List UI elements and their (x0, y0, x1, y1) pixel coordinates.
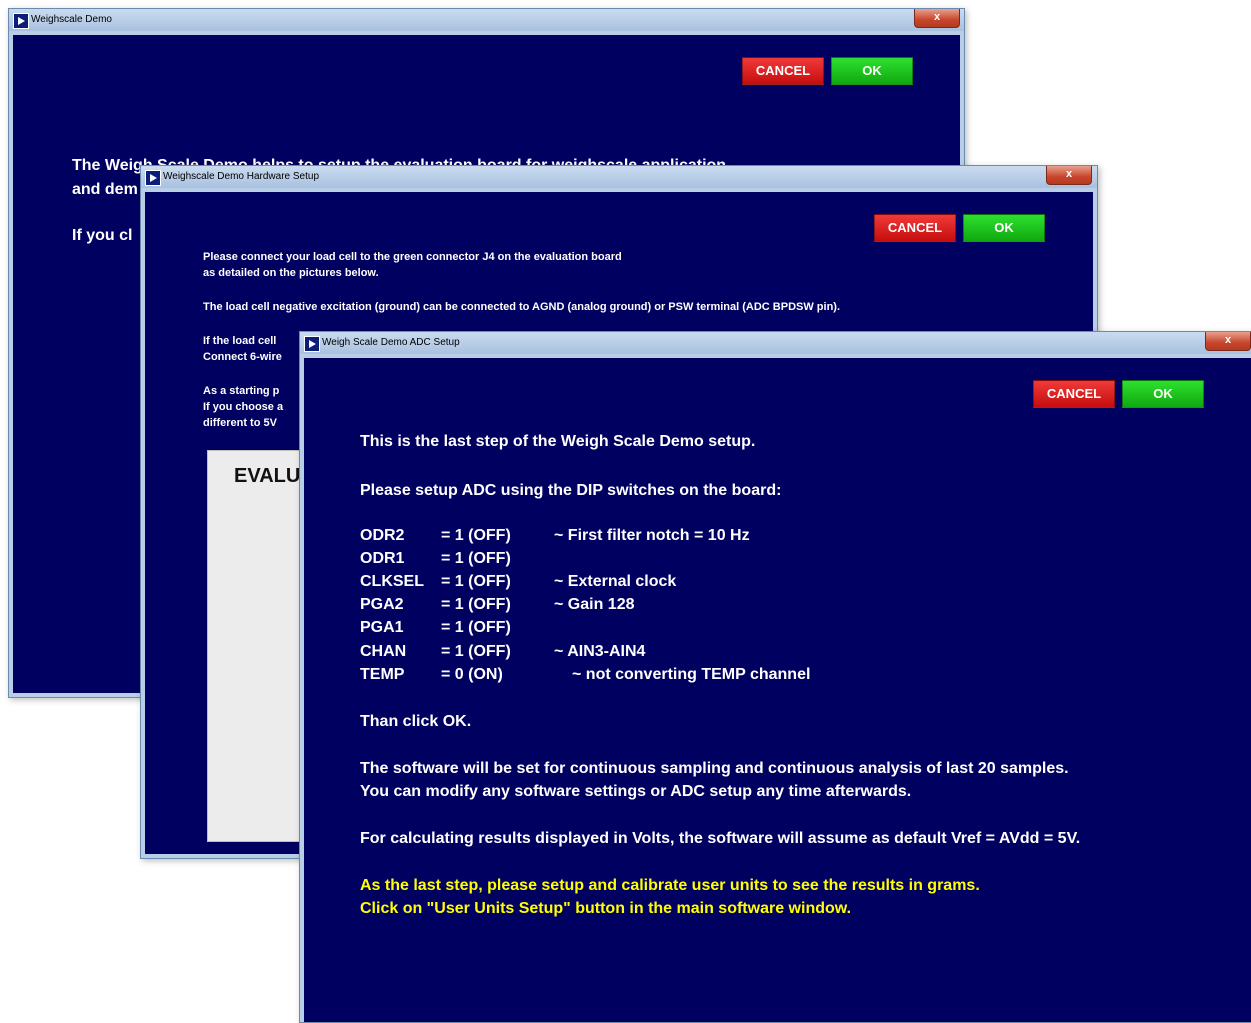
intro-text-line3: If you cl (72, 227, 133, 244)
app-icon (145, 170, 161, 186)
close-button[interactable]: x (914, 9, 960, 28)
switch-name: ODR1 (360, 550, 405, 567)
cancel-button[interactable]: CANCEL (742, 57, 824, 85)
switch-name: CLKSEL (360, 573, 424, 590)
app-icon (13, 13, 29, 29)
close-button[interactable]: x (1046, 166, 1092, 185)
picture-heading: EVALU (234, 465, 301, 487)
switch-value: = 0 (ON) (441, 666, 503, 683)
titlebar: Weighscale Demo x (9, 9, 964, 31)
switch-note: ~ not converting TEMP channel (572, 666, 811, 683)
instruction-line3: The load cell negative excitation (groun… (203, 301, 841, 313)
titlebar: Weighscale Demo Hardware Setup x (141, 166, 1097, 188)
switch-value: = 1 (OFF) (441, 573, 511, 590)
instruction-line1: Please connect your load cell to the gre… (203, 251, 622, 263)
titlebar: Weigh Scale Demo ADC Setup x (300, 332, 1251, 354)
then-click-ok-text: Than click OK. (360, 713, 472, 730)
window-title: Weighscale Demo (31, 14, 112, 25)
ok-button[interactable]: OK (1122, 380, 1204, 408)
intro-text-line2: and dem (72, 181, 138, 198)
client-area: CANCEL OK This is the last step of the W… (304, 358, 1251, 1022)
switch-note: ~ First filter notch = 10 Hz (554, 527, 750, 544)
window-title: Weigh Scale Demo ADC Setup (322, 337, 460, 348)
window-title: Weighscale Demo Hardware Setup (163, 171, 320, 182)
switch-value: = 1 (OFF) (441, 550, 511, 567)
switch-value: = 1 (OFF) (441, 596, 511, 613)
instruction-line4: If the load cell (203, 335, 277, 347)
instruction-line8: different to 5V (203, 417, 277, 429)
instruction-line2: as detailed on the pictures below. (203, 267, 379, 279)
sampling-info-line2: You can modify any software settings or … (360, 783, 912, 800)
switch-name: CHAN (360, 643, 407, 660)
app-icon (304, 336, 320, 352)
adc-setup-window: Weigh Scale Demo ADC Setup x CANCEL OK T… (299, 331, 1251, 1023)
cancel-button[interactable]: CANCEL (874, 214, 956, 242)
ok-button[interactable]: OK (963, 214, 1045, 242)
instruction-line5: Connect 6-wire (203, 351, 282, 363)
switch-value: = 1 (OFF) (441, 527, 511, 544)
sampling-info-line1: The software will be set for continuous … (360, 760, 1069, 777)
switch-value: = 1 (OFF) (441, 619, 511, 636)
intro-text: This is the last step of the Weigh Scale… (360, 433, 756, 450)
switch-name: TEMP (360, 666, 405, 683)
user-units-note-line2: Click on "User Units Setup" button in th… (360, 900, 852, 917)
instruction-line6: As a starting p (203, 385, 280, 397)
vref-info: For calculating results displayed in Vol… (360, 830, 1081, 847)
switch-name: PGA1 (360, 619, 404, 636)
switch-name: ODR2 (360, 527, 405, 544)
switch-note: ~ External clock (554, 573, 677, 590)
switch-name: PGA2 (360, 596, 404, 613)
switch-value: = 1 (OFF) (441, 643, 511, 660)
user-units-note-line1: As the last step, please setup and calib… (360, 877, 980, 894)
switch-note: ~ AIN3-AIN4 (554, 643, 646, 660)
close-button[interactable]: x (1205, 332, 1251, 351)
cancel-button[interactable]: CANCEL (1033, 380, 1115, 408)
ok-button[interactable]: OK (831, 57, 913, 85)
switch-note: ~ Gain 128 (554, 596, 635, 613)
setup-instruction: Please setup ADC using the DIP switches … (360, 482, 782, 499)
instruction-line7: If you choose a (203, 401, 284, 413)
